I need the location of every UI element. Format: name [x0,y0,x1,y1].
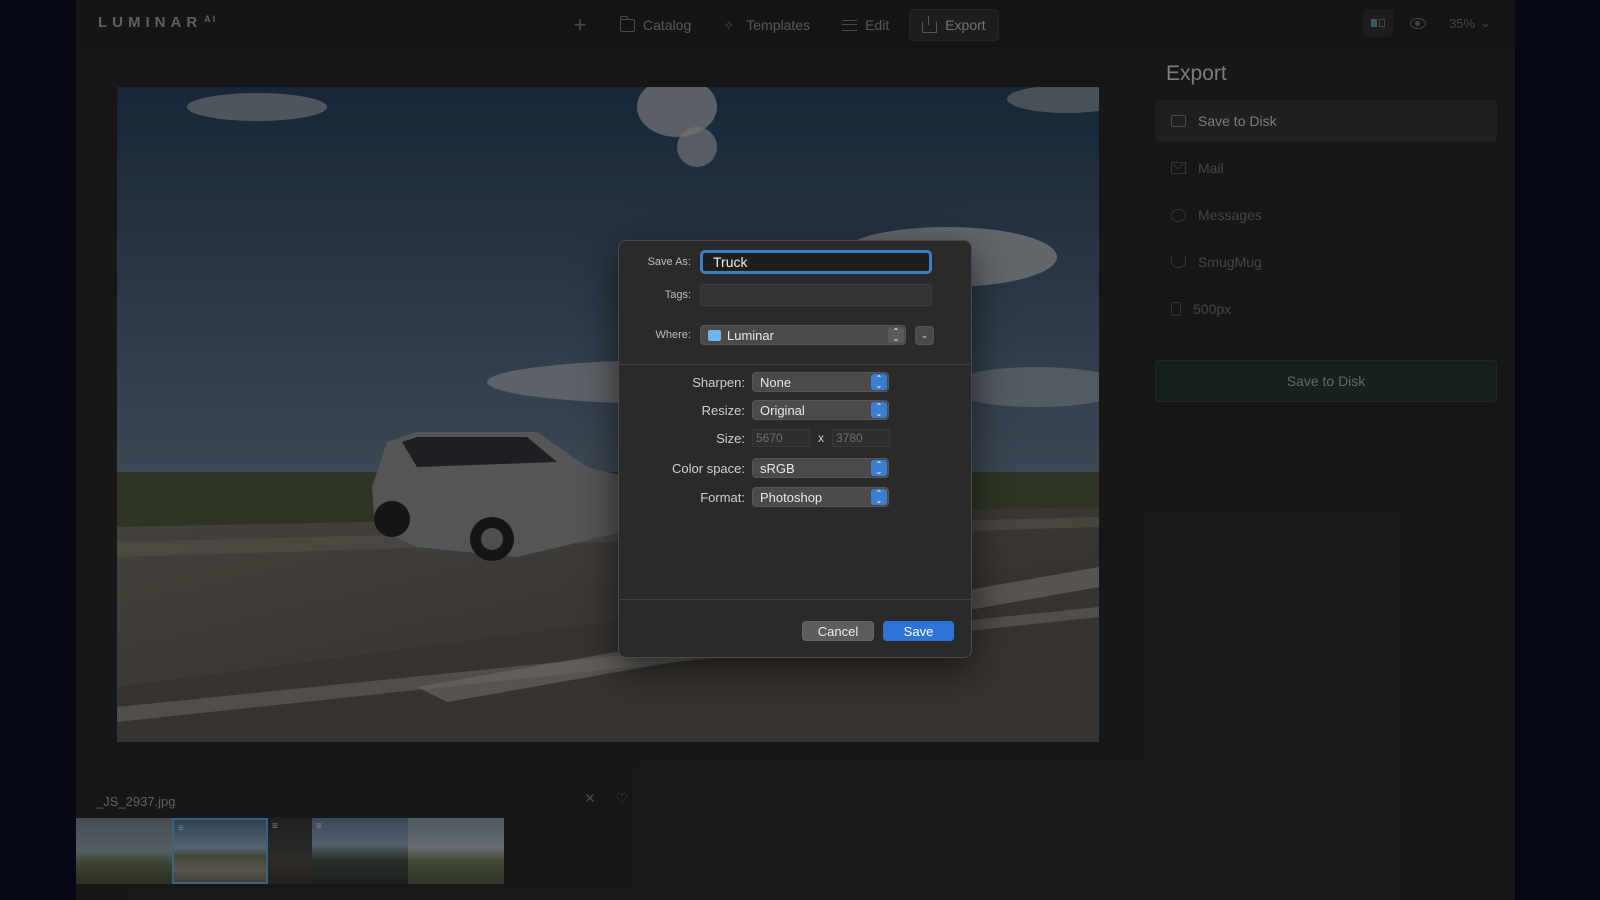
where-dropdown[interactable]: Luminar ⌃ ⌄ [700,325,906,345]
format-dropdown[interactable]: Photoshop ⌃ ⌄ [752,487,889,507]
stepper-icon: ⌃ ⌄ [871,374,887,390]
cancel-button[interactable]: Cancel [802,621,874,641]
divider [619,599,971,600]
tags-input[interactable] [700,284,932,306]
sharpen-label: Sharpen: [692,374,745,390]
where-label: Where: [655,329,691,341]
chevron-down-icon: ⌄ [920,329,929,340]
color-space-label: Color space: [672,460,745,476]
stepper-icon: ⌃ ⌄ [871,489,887,505]
resize-dropdown[interactable]: Original ⌃ ⌄ [752,400,889,420]
sharpen-dropdown[interactable]: None ⌃ ⌄ [752,372,889,392]
expand-browser-button[interactable]: ⌄ [915,325,934,345]
save-dialog: Save As: Tags: Where: Luminar ⌃⌄ ⌄ Sharp… [618,240,972,658]
format-label: Format: [700,489,745,505]
size-width-field[interactable]: 5670 [752,429,810,447]
stepper-icon: ⌃ ⌄ [888,327,904,343]
resize-label: Resize: [701,402,745,418]
size-separator: x [818,431,824,445]
save-as-label: Save As: [647,256,691,268]
size-label: Size: [716,430,745,446]
folder-icon [708,329,721,341]
stepper-icon: ⌃ ⌄ [871,460,887,476]
divider [619,364,971,365]
save-button[interactable]: Save [883,621,954,641]
size-height-field[interactable]: 3780 [832,429,890,447]
stepper-icon: ⌃ ⌄ [871,402,887,418]
tags-label: Tags: [664,289,691,301]
save-as-input[interactable] [700,250,932,274]
color-space-dropdown[interactable]: sRGB ⌃ ⌄ [752,458,889,478]
